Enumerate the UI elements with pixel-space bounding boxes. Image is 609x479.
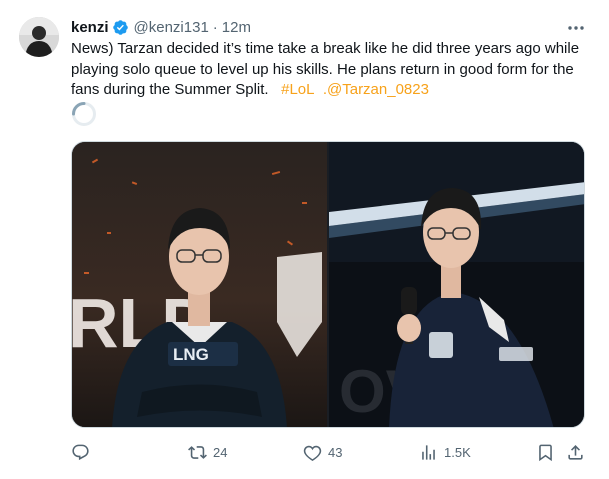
retweet-icon xyxy=(188,445,207,459)
reply-button[interactable] xyxy=(71,440,90,464)
views-button[interactable]: 1.5K xyxy=(419,440,471,464)
author-name[interactable]: kenzi xyxy=(71,19,109,36)
share-icon xyxy=(568,444,583,460)
action-bar: 24 43 1.5K xyxy=(71,440,591,464)
photo-left[interactable]: RLD LNG xyxy=(72,142,327,427)
media-grid[interactable]: RLD LNG OV xyxy=(71,141,585,428)
share-button[interactable] xyxy=(566,440,585,464)
photo-right[interactable]: OV xyxy=(329,142,584,427)
views-icon xyxy=(422,444,435,460)
retweet-count: 24 xyxy=(213,444,228,460)
tweet-text: News) Tarzan decided it’s time take a br… xyxy=(71,39,591,101)
bookmark-button[interactable] xyxy=(536,440,555,464)
timestamp[interactable]: 12m xyxy=(222,19,251,36)
more-options-icon[interactable] xyxy=(566,18,586,38)
reply-icon xyxy=(72,444,89,460)
tweet-header: kenzi @kenzi131 · 12m xyxy=(71,17,251,37)
mention-link[interactable]: .@Tarzan_0823 xyxy=(323,81,429,98)
tweet-card[interactable]: kenzi @kenzi131 · 12m News) Tarzan decid… xyxy=(0,0,609,479)
verified-badge-icon xyxy=(112,19,129,36)
loading-spinner-icon xyxy=(71,101,97,127)
views-count: 1.5K xyxy=(444,444,471,460)
like-button[interactable]: 43 xyxy=(303,440,342,464)
avatar[interactable] xyxy=(19,17,59,57)
heart-icon xyxy=(303,445,322,461)
bookmark-icon xyxy=(539,444,552,461)
author-handle[interactable]: @kenzi131 xyxy=(134,19,209,36)
jersey-text: LNG xyxy=(173,345,209,364)
retweet-button[interactable]: 24 xyxy=(188,440,227,464)
like-count: 43 xyxy=(328,444,343,460)
hashtag-link[interactable]: #LoL xyxy=(281,81,314,98)
separator-dot: · xyxy=(212,18,218,36)
